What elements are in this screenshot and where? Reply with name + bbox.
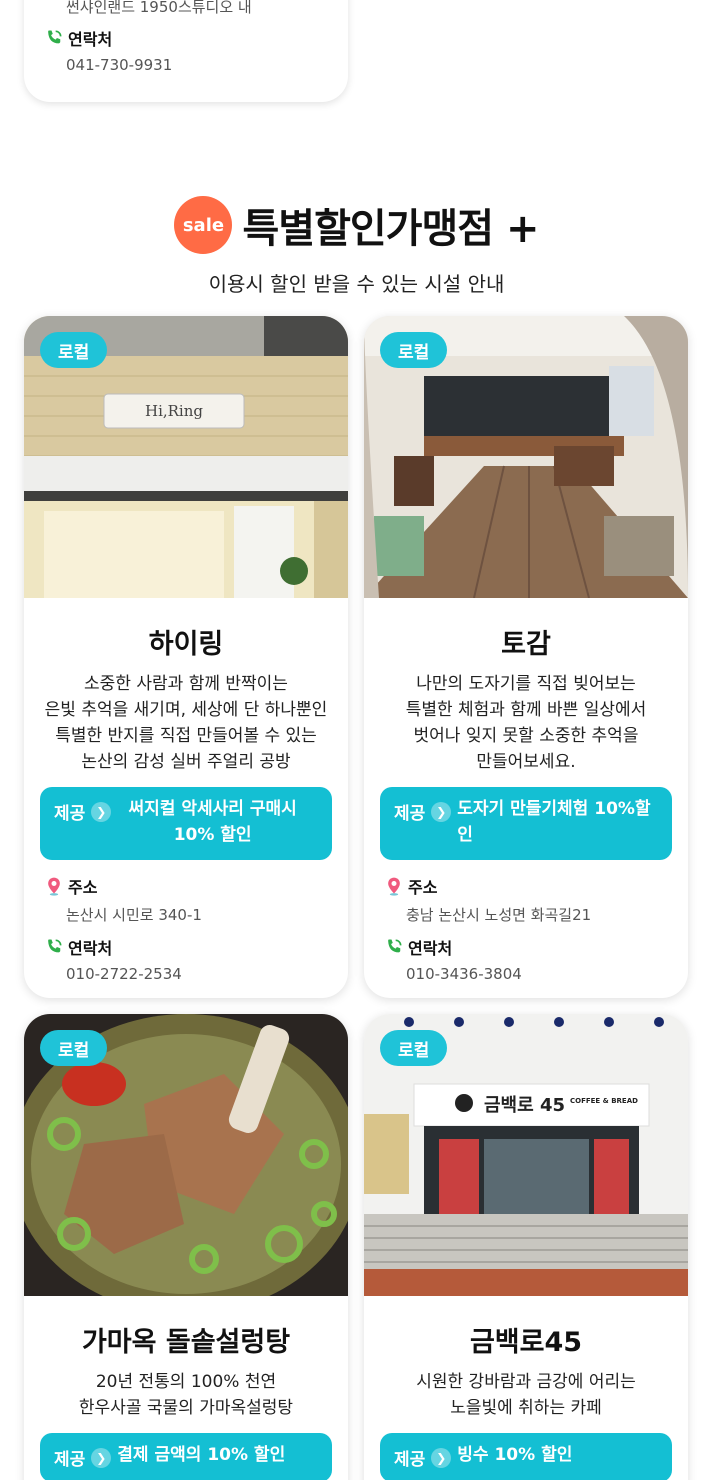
store-description: 20년 전통의 100% 천연 한우사골 국물의 가마옥설렁탕 <box>24 1369 348 1421</box>
store-sign: Hi,Ring <box>145 402 203 420</box>
contact-row: 연락처 010-2722-2534 <box>44 935 348 983</box>
store-title: 토감 <box>501 629 551 660</box>
desc-line: 은빛 추억을 새기며, 세상에 단 하나뿐인 <box>44 700 328 720</box>
category-badge: 로컬 <box>380 332 448 368</box>
location-pin-icon <box>48 877 60 896</box>
offer-text: 결제 금액의 10% 할인 <box>117 1445 286 1465</box>
store-description: 시원한 강바람과 금강에 어리는 노을빛에 취하는 카페 <box>364 1369 688 1421</box>
section-subtitle: 이용시 할인 받을 수 있는 시설 안내 <box>208 272 505 296</box>
store-title: 가마옥 돌솥설렁탕 <box>81 1327 291 1358</box>
section-header: sale 특별할인가맹점 + <box>0 196 713 254</box>
store-sign: 금백로 45 <box>484 1095 565 1116</box>
address-value: 논산시 시민로 340-1 <box>66 906 202 924</box>
offer-text: 도자기 만들기체험 10%할인 <box>457 799 651 845</box>
desc-line: 나만의 도자기를 직접 빚어보는 <box>416 674 636 694</box>
contact-value: 041-730-9931 <box>66 56 173 74</box>
store-card[interactable]: 로컬 토감 나만의 도자기를 직접 빚어보는 특별한 체험과 함께 바쁜 일상에… <box>364 316 688 998</box>
store-description: 나만의 도자기를 직접 빚어보는 특별한 체험과 함께 바쁜 일상에서 벗어나 … <box>364 671 688 775</box>
section-title: 특별할인가맹점 + <box>242 206 539 252</box>
chevron-right-icon: ❯ <box>431 801 452 822</box>
store-photo: 금백로 45 COFFEE & BREAD 로컬 <box>364 1014 688 1296</box>
phone-icon <box>48 30 62 44</box>
discount-offer: 제공 ❯ 결제 금액의 10% 할인 <box>40 1433 332 1480</box>
address-value: 썬샤인랜드 1950스튜디오 내 <box>66 0 252 16</box>
offer-text: 써지컬 악세사리 구매시 10% 할인 <box>128 799 297 845</box>
contact-row: 연락처 041-730-9931 <box>44 26 172 74</box>
address-value: 충남 논산시 노성면 화곡길21 <box>406 906 592 924</box>
category-badge: 로컬 <box>380 1030 448 1066</box>
discount-offer: 제공 ❯ 빙수 10% 할인 <box>380 1433 672 1480</box>
contact-label: 연락처 <box>68 30 113 49</box>
contact-value: 010-3436-3804 <box>406 965 522 983</box>
store-card[interactable]: Hi,Ring 로컬 하이링 소중한 사람과 함께 반짝이는 은빛 추억을 새기… <box>24 316 348 998</box>
address-label: 주소 <box>408 878 438 897</box>
store-photo: Hi,Ring 로컬 <box>24 316 348 598</box>
provide-label: 제공 <box>54 804 86 824</box>
chevron-right-icon: ❯ <box>91 1447 112 1468</box>
contact-value: 010-2722-2534 <box>66 965 182 983</box>
top-facility-card: 썬샤인랜드 1950스튜디오 내 연락처 041-730-9931 <box>24 0 348 102</box>
category-badge: 로컬 <box>40 1030 108 1066</box>
offer-text: 빙수 10% 할인 <box>457 1445 573 1465</box>
discount-offer: 제공 ❯ 도자기 만들기체험 10%할인 <box>380 787 672 860</box>
desc-line: 시원한 강바람과 금강에 어리는 <box>416 1372 636 1392</box>
address-row: 주소 충남 논산시 노성면 화곡길21 <box>384 874 688 925</box>
desc-line: 노을빛에 취하는 카페 <box>450 1398 602 1418</box>
store-title: 금백로45 <box>469 1327 583 1358</box>
sale-badge: sale <box>174 196 233 254</box>
provide-label: 제공 <box>394 1450 426 1470</box>
contact-label: 연락처 <box>68 939 113 958</box>
desc-line: 한우사골 국물의 가마옥설렁탕 <box>78 1398 294 1418</box>
phone-icon <box>388 939 402 953</box>
store-card[interactable]: 로컬 가마옥 돌솥설렁탕 20년 전통의 100% 천연 한우사골 국물의 가마… <box>24 1014 348 1480</box>
address-label: 주소 <box>68 878 98 897</box>
desc-line: 특별한 체험과 함께 바쁜 일상에서 <box>405 700 647 720</box>
store-photo: 로컬 <box>24 1014 348 1296</box>
address-row: 주소 논산시 시민로 340-1 <box>44 874 348 925</box>
desc-line: 만들어보세요. <box>476 752 576 772</box>
desc-line: 논산의 감성 실버 주얼리 공방 <box>81 752 291 772</box>
provide-label: 제공 <box>54 1450 86 1470</box>
store-description: 소중한 사람과 함께 반짝이는 은빛 추억을 새기며, 세상에 단 하나뿐인 특… <box>24 671 348 775</box>
provide-label: 제공 <box>394 804 426 824</box>
contact-label: 연락처 <box>408 939 453 958</box>
store-photo: 로컬 <box>364 316 688 598</box>
store-sign-sub: COFFEE & BREAD <box>570 1097 638 1105</box>
category-badge: 로컬 <box>40 332 108 368</box>
desc-line: 20년 전통의 100% 천연 <box>95 1372 277 1392</box>
desc-line: 소중한 사람과 함께 반짝이는 <box>84 674 288 694</box>
desc-line: 특별한 반지를 직접 만들어볼 수 있는 <box>55 726 317 746</box>
contact-row: 연락처 010-3436-3804 <box>384 935 688 983</box>
phone-icon <box>48 939 62 953</box>
store-card[interactable]: 금백로 45 COFFEE & BREAD 로컬 금백로45 시원한 강바람과 … <box>364 1014 688 1480</box>
desc-line: 벗어나 잊지 못할 소중한 추억을 <box>413 726 639 746</box>
store-title: 하이링 <box>148 629 224 660</box>
location-pin-icon <box>388 877 400 896</box>
discount-offer: 제공 ❯ 써지컬 악세사리 구매시 10% 할인 <box>40 787 332 860</box>
chevron-right-icon: ❯ <box>91 801 112 822</box>
chevron-right-icon: ❯ <box>431 1447 452 1468</box>
